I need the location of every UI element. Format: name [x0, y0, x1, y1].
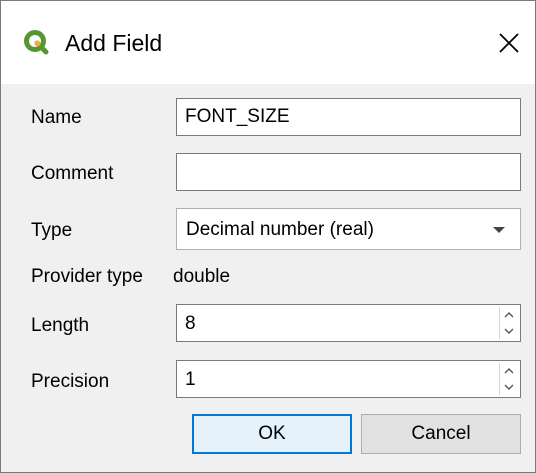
qgis-logo-icon — [24, 30, 49, 55]
ok-button[interactable]: OK — [192, 414, 352, 454]
name-input[interactable] — [176, 98, 521, 136]
dialog-title: Add Field — [65, 30, 163, 56]
close-button[interactable] — [483, 15, 535, 71]
add-field-dialog: Add Field Name Comment Type Decimal numb… — [0, 0, 536, 473]
dialog-content: Name Comment Type Decimal number (real) … — [1, 84, 535, 472]
precision-stepper[interactable] — [499, 363, 518, 395]
cancel-button[interactable]: Cancel — [361, 414, 521, 454]
precision-label: Precision — [31, 371, 110, 392]
comment-input[interactable] — [176, 153, 521, 191]
chevron-down-icon — [504, 328, 514, 334]
name-label: Name — [31, 107, 82, 128]
chevron-up-icon — [504, 368, 514, 374]
type-select-value: Decimal number (real) — [186, 219, 374, 240]
precision-spinbox[interactable]: 1 — [176, 360, 521, 398]
chevron-up-icon — [504, 312, 514, 318]
type-label: Type — [31, 220, 73, 241]
length-value: 8 — [185, 313, 196, 334]
length-step-up[interactable] — [500, 307, 518, 323]
length-stepper[interactable] — [499, 307, 518, 339]
chevron-down-icon — [493, 227, 505, 233]
provider-type-value: double — [173, 266, 231, 287]
comment-label: Comment — [31, 163, 114, 184]
type-select[interactable]: Decimal number (real) — [176, 208, 521, 250]
length-step-down[interactable] — [500, 323, 518, 339]
close-icon — [499, 33, 519, 53]
length-spinbox[interactable]: 8 — [176, 304, 521, 342]
precision-value: 1 — [185, 369, 196, 390]
dialog-titlebar: Add Field — [1, 1, 535, 84]
precision-step-up[interactable] — [500, 363, 518, 379]
length-label: Length — [31, 315, 90, 336]
chevron-down-icon — [504, 384, 514, 390]
precision-step-down[interactable] — [500, 379, 518, 395]
provider-type-label: Provider type — [31, 266, 143, 287]
